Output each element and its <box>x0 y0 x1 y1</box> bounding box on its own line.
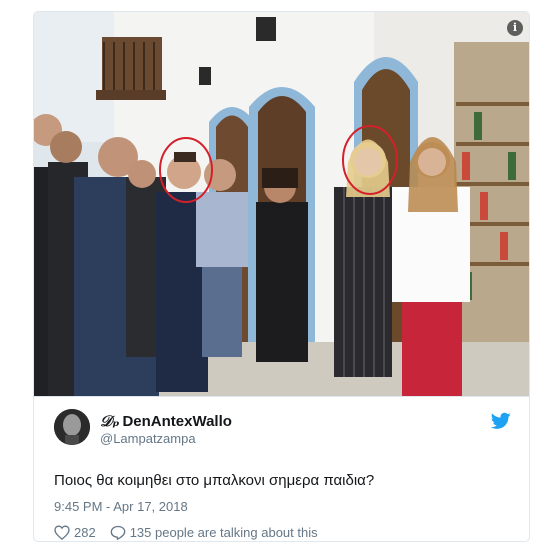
tweet-card[interactable]: i 𝒟ₚ DenAntexWallo @Lampatzampa Ποιος θα … <box>33 11 530 542</box>
avatar-image <box>54 409 90 445</box>
display-name[interactable]: 𝒟ₚ DenAntexWallo <box>100 412 232 430</box>
reply-button[interactable]: 135 people are talking about this <box>110 525 318 540</box>
info-icon[interactable]: i <box>507 20 523 36</box>
heart-icon <box>54 525 70 540</box>
tweet-photo[interactable]: i <box>34 12 529 396</box>
name-prefix: 𝒟ₚ <box>100 412 120 430</box>
avatar[interactable] <box>54 409 90 445</box>
like-count: 282 <box>74 525 96 540</box>
like-button[interactable]: 282 <box>54 525 96 540</box>
display-name-text: DenAntexWallo <box>122 413 232 430</box>
tweet-text: Ποιος θα κοιμηθει στο μπαλκονι σημερα πα… <box>54 472 375 489</box>
reply-label: 135 people are talking about this <box>129 525 318 540</box>
photo-illustration <box>34 12 529 396</box>
photo-divider <box>34 396 529 397</box>
twitter-bird-icon[interactable] <box>491 412 511 430</box>
tweet-timestamp[interactable]: 9:45 PM - Apr 17, 2018 <box>54 499 188 514</box>
tweet-actions: 282 135 people are talking about this <box>54 525 318 540</box>
user-handle[interactable]: @Lampatzampa <box>100 431 196 446</box>
speech-bubble-icon <box>110 525 126 540</box>
